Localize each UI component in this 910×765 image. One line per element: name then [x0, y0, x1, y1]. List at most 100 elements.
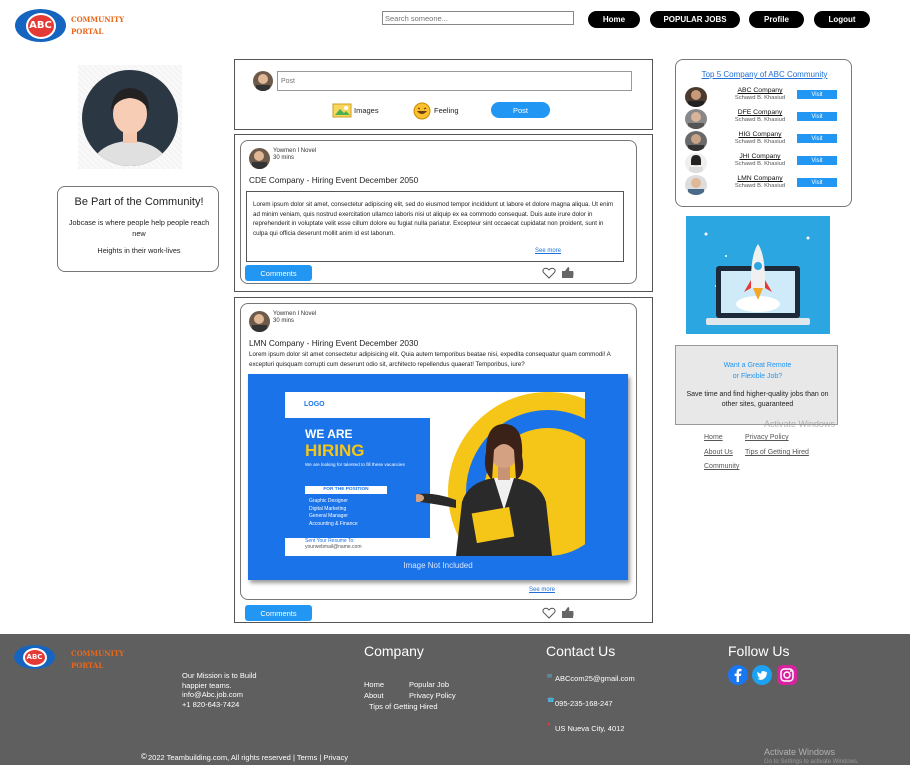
footer-link-tips[interactable]: Tips of Getting Hired [745, 449, 809, 456]
see-more-link[interactable]: See more [529, 587, 555, 593]
search-input[interactable] [382, 11, 574, 25]
watermark-text: Activate Windows [764, 747, 836, 757]
brand-name: COMMUNITY PORTAL [71, 14, 124, 38]
profile-avatar[interactable] [78, 65, 182, 169]
mission-line2: happier teams. [182, 680, 232, 690]
footer-contact-heading: Contact Us [546, 643, 616, 659]
post-author[interactable]: Yowmen I Novel [273, 311, 316, 317]
flyer-position: Accounting & Finance [309, 520, 358, 527]
footer-company-link[interactable]: Tips of Getting Hired [369, 702, 438, 712]
flyer-positions: Graphic Designer Digital Marketing Gener… [309, 498, 358, 528]
see-more-link[interactable]: See more [535, 248, 561, 254]
post-author-avatar[interactable] [249, 311, 270, 332]
copyright-text: 2022 Teambuilding.com, All rights reserv… [148, 753, 348, 762]
footer-link-community[interactable]: Community [704, 463, 739, 470]
images-button[interactable]: Images [332, 102, 392, 118]
flyer-logo: LOGO [304, 401, 325, 408]
footer-company-link[interactable]: Popular Job [409, 680, 449, 690]
contact-phone: 095-235-168-247 [555, 699, 613, 708]
comments-button[interactable]: Comments [245, 265, 312, 281]
facebook-icon[interactable] [728, 665, 748, 685]
flyer-position: Graphic Designer [309, 498, 348, 504]
email-icon: ✉ [547, 674, 553, 680]
post-author-avatar[interactable] [249, 148, 270, 169]
footer-brand-line2: PORTAL [71, 661, 104, 670]
remote-job-card[interactable]: Want a Great Remote or Flexible Job? Sav… [675, 345, 838, 425]
visit-button[interactable]: Visit [797, 90, 837, 99]
footer: ABC COMMUNITY PORTAL Our Mission is to B… [0, 634, 910, 765]
heart-icon[interactable] [542, 267, 556, 279]
post-body: Lorem ipsum dolor sit amet consectetur a… [249, 351, 611, 368]
footer-company-heading: Company [364, 643, 424, 659]
visit-button[interactable]: Visit [797, 156, 837, 165]
company-avatar [685, 175, 707, 195]
flyer-position-header: FOR THE POSITION [305, 486, 387, 494]
footer-company-link[interactable]: Privacy Policy [409, 691, 456, 701]
top-companies-title[interactable]: Top 5 Company of ABC Community [676, 70, 853, 79]
company-name[interactable]: ABC Company [715, 87, 805, 94]
remote-text: Save time and find higher-quality jobs t… [686, 391, 829, 408]
post-button[interactable]: Post [491, 102, 550, 118]
company-owner: Schawd B. Khasiud [734, 95, 786, 101]
footer-company-link[interactable]: About [364, 691, 384, 701]
contact-email[interactable]: ABCcom25@gmail.com [555, 674, 635, 684]
flyer-position: General Manager [309, 513, 348, 519]
nav-home-button[interactable]: Home [588, 11, 640, 28]
nav-logout-button[interactable]: Logout [814, 11, 870, 28]
visit-button[interactable]: Visit [797, 112, 837, 121]
company-name[interactable]: JHI Company [715, 153, 805, 160]
hiring-flyer-image[interactable]: LOGO WE ARE HIRING We are looking for ta… [248, 374, 628, 580]
location-icon: ● [547, 722, 551, 728]
company-name[interactable]: LMN Company [715, 175, 805, 182]
visit-button[interactable]: Visit [797, 134, 837, 143]
footer-link-about[interactable]: About Us [704, 449, 733, 456]
flyer-hiring: HIRING [305, 441, 365, 460]
company-owner: Schawd B. Khasiud [734, 183, 786, 189]
remote-title-line2: or Flexible Job? [732, 373, 783, 380]
post-time: 30 mins [273, 318, 295, 324]
flyer-woman-image [416, 424, 552, 556]
visit-button[interactable]: Visit [797, 178, 837, 187]
post-input[interactable] [277, 71, 632, 91]
feeling-button[interactable]: Feeling [413, 102, 473, 120]
post-composer: Images Feeling Post [234, 59, 653, 130]
company-avatar [685, 87, 707, 107]
logo[interactable]: ABC [15, 9, 66, 42]
copyright-icon: © [141, 752, 147, 761]
heart-icon[interactable] [542, 607, 556, 619]
nav-popular-jobs-button[interactable]: POPULAR JOBS [650, 11, 740, 28]
company-avatar [685, 131, 707, 151]
footer-link-privacy[interactable]: Privacy Policy [745, 434, 789, 441]
footer-logo[interactable]: ABC [14, 645, 55, 669]
post-author[interactable]: Yowmen I Novel [273, 148, 316, 154]
watermark-text: Activate Windows [764, 419, 836, 429]
logo-text: ABC [25, 12, 56, 39]
post-body-box: Lorem ipsum dolor sit amet, consectetur … [246, 191, 624, 262]
post-title: CDE Company - Hiring Event December 2050 [249, 175, 419, 185]
images-label: Images [354, 106, 379, 115]
company-name[interactable]: DFE Company [715, 109, 805, 116]
remote-title-line1: Want a Great Remote [723, 362, 792, 369]
twitter-icon[interactable] [752, 665, 772, 685]
footer-company-link[interactable]: Home [364, 680, 384, 690]
company-owner: Schawd B. Khasiud [734, 139, 786, 145]
comments-button[interactable]: Comments [245, 605, 312, 621]
thumbs-up-icon[interactable] [561, 606, 574, 619]
post-inner: Yowmen I Novel 30 mins LMN Company - Hir… [240, 303, 637, 621]
composer-avatar [253, 71, 273, 91]
footer-link-home[interactable]: Home [704, 434, 723, 441]
company-owner: Schawd B. Khasiud [734, 161, 786, 167]
brand-line1: COMMUNITY [71, 15, 125, 24]
nav-profile-button[interactable]: Profile [749, 11, 804, 28]
company-name[interactable]: HIG Company [715, 131, 805, 138]
footer-email[interactable]: info@Abc.job.com [182, 690, 257, 700]
flyer-caption: Image Not Included [403, 561, 473, 570]
feeling-label: Feeling [434, 106, 459, 115]
thumbs-up-icon[interactable] [561, 266, 574, 279]
instagram-icon[interactable] [777, 665, 797, 685]
company-row: DFE Company Schawd B. Khasiud Visit [685, 109, 845, 129]
post-card: Yowmen I Novel 30 mins CDE Company - Hir… [234, 134, 653, 292]
mission-line1: Our Mission is to Build [182, 671, 257, 680]
flyer-we-are: WE ARE [305, 427, 353, 441]
community-card: Be Part of the Community! Jobcase is whe… [57, 186, 219, 272]
